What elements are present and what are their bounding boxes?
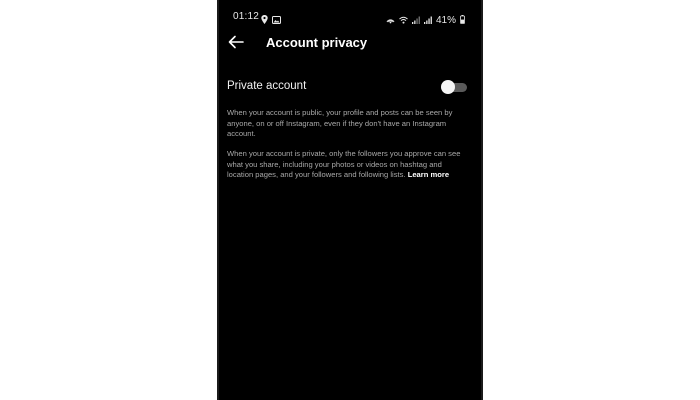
status-right: 41% [386,11,465,29]
toggle-knob [441,80,455,94]
private-account-row[interactable]: Private account [227,76,467,98]
phone-screen: 01:12 41% Account privacy Private accoun… [217,0,483,400]
back-arrow-icon [228,35,244,54]
page-title: Account privacy [266,35,368,50]
location-icon [261,11,268,29]
signal-icon [423,11,432,29]
hotspot-icon [386,11,395,29]
status-bar: 01:12 41% [217,0,483,34]
public-account-description: When your account is public, your profil… [227,108,453,138]
private-account-label: Private account [227,80,307,92]
learn-more-link[interactable]: Learn more [408,170,449,179]
private-account-description: When your account is private, only the f… [227,149,467,181]
wifi-icon [399,11,408,29]
header: Account privacy [217,30,483,60]
battery-percentage: 41% [435,14,456,26]
battery-icon [460,11,465,29]
private-account-toggle[interactable] [441,80,467,94]
status-time: 01:12 [233,11,260,22]
status-left-icons [261,11,281,29]
image-icon [272,11,281,29]
back-button[interactable] [225,33,247,55]
signal-icon [411,11,420,29]
